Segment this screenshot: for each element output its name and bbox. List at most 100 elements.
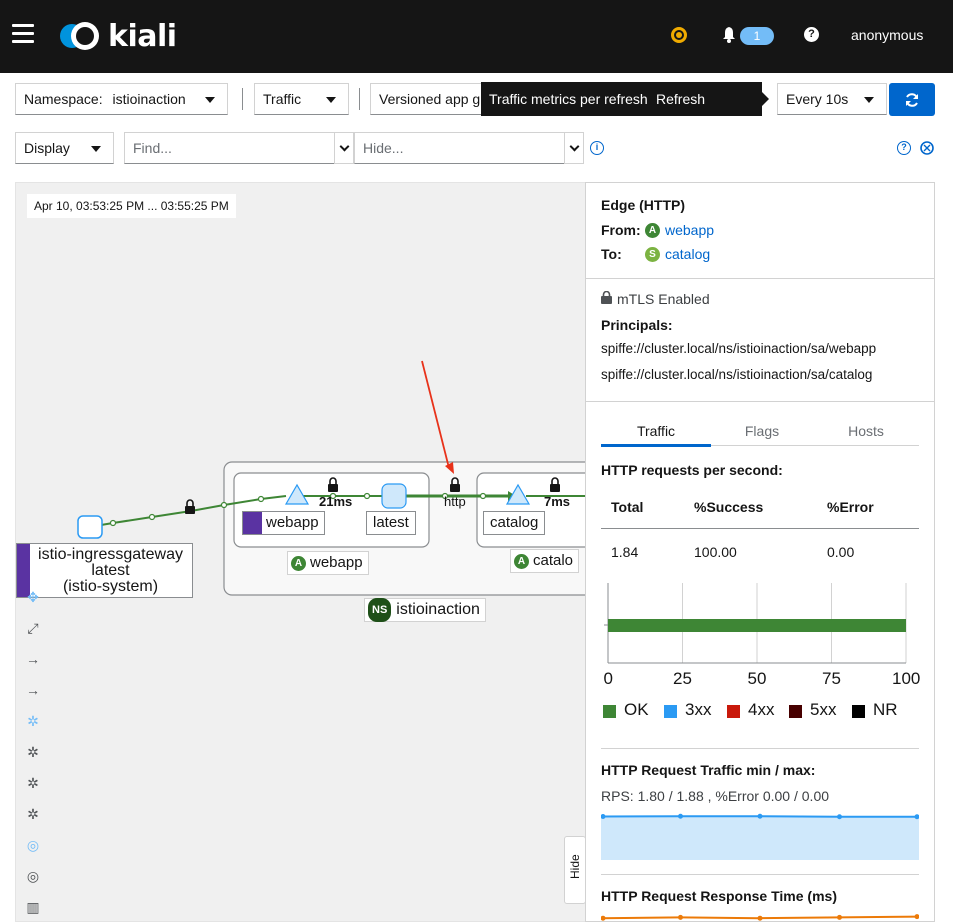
rps-sparkline <box>601 813 919 860</box>
rps-point <box>837 814 842 820</box>
bar-ok <box>608 619 906 632</box>
hide-panel-toggle[interactable]: Hide <box>564 836 585 904</box>
catalog-service-label[interactable]: catalog <box>483 511 546 535</box>
namespace-label[interactable]: NS istioinaction <box>364 598 486 622</box>
x-tick-label: 0 <box>603 669 613 688</box>
refresh-interval-tooltip: Refresh interval <box>650 82 762 141</box>
layout-3-icon[interactable]: ✲ <box>20 801 46 827</box>
graph-type-dropdown[interactable]: Versioned app gr <box>370 83 490 115</box>
user-menu[interactable]: anonymous <box>851 27 923 43</box>
bell-icon[interactable] <box>722 27 736 43</box>
x-tick-label: 50 <box>747 669 767 688</box>
webapp-service-label[interactable]: webapp <box>242 511 325 535</box>
namespace-name: istioinaction <box>396 601 480 618</box>
find-input[interactable]: Find... <box>124 132 335 164</box>
namespace-box-icon[interactable]: ◎ <box>20 832 46 858</box>
hide-options-toggle[interactable] <box>564 132 584 164</box>
from-label: From: <box>601 222 641 238</box>
layout-arrow-icon[interactable]: → <box>20 646 46 672</box>
refresh-button[interactable] <box>889 83 935 116</box>
principal-source: spiffe://cluster.local/ns/istioinaction/… <box>601 341 877 356</box>
response-time-point <box>757 915 763 921</box>
rps-title: HTTP requests per second: <box>601 462 783 478</box>
namespace-value: istioinaction <box>112 91 186 107</box>
refresh-interval-dropdown[interactable]: Every 10s <box>777 83 887 115</box>
graph-canvas[interactable]: Apr 10, 03:53:25 PM ... 03:55:25 PM 21ms… <box>15 182 586 922</box>
webapp-latency-label: 21ms <box>319 494 353 509</box>
tab-hosts[interactable]: Hosts <box>811 423 921 439</box>
legend-swatch <box>603 705 616 718</box>
move-icon[interactable]: ✥ <box>20 584 46 610</box>
legend-label: 5xx <box>810 700 837 719</box>
from-link[interactable]: webapp <box>665 222 714 238</box>
divider <box>359 88 360 110</box>
principals-label: Principals: <box>601 317 673 333</box>
rps-point <box>678 813 683 819</box>
to-link[interactable]: catalog <box>665 246 710 262</box>
catalog-app-name: catalo <box>533 552 574 569</box>
tab-flags[interactable]: Flags <box>707 423 817 439</box>
section-divider <box>601 748 919 749</box>
rps-point <box>757 813 763 819</box>
legend-toggle-icon[interactable]: ◎ <box>20 863 46 889</box>
layout-default-icon[interactable]: ✲ <box>20 708 46 734</box>
x-tick-label: 75 <box>822 669 841 688</box>
chevron-down-icon <box>339 141 349 151</box>
webapp-version-label[interactable]: latest <box>366 511 416 535</box>
legend-swatch <box>727 705 740 718</box>
protocol-label: http <box>444 494 466 509</box>
tab-traffic[interactable]: Traffic <box>601 423 711 439</box>
layout-1-icon[interactable]: ✲ <box>20 739 46 765</box>
response-time-point <box>601 915 606 921</box>
brand-name: kiali <box>108 18 177 54</box>
replay-icon[interactable] <box>919 140 935 156</box>
table-cell-total: 1.84 <box>611 544 639 560</box>
hamburger-menu-icon[interactable] <box>12 24 34 44</box>
app-badge: A <box>645 223 660 238</box>
legend-label: 4xx <box>748 700 775 719</box>
fit-icon[interactable]: ⤢ <box>20 615 46 641</box>
caret-down-icon <box>91 146 101 152</box>
response-time-sparkline <box>601 914 919 921</box>
rps-min-max: RPS: 1.80 / 1.88 , %Error 0.00 / 0.00 <box>601 788 830 804</box>
layout-arrow-icon[interactable]: → <box>20 677 46 703</box>
divider <box>242 88 243 110</box>
namespace-badge: NS <box>368 598 392 622</box>
table-divider <box>601 528 919 529</box>
webapp-app-label[interactable]: A webapp <box>287 551 369 575</box>
panel-title: Edge (HTTP) <box>601 197 685 213</box>
webapp-workload-node[interactable] <box>381 483 407 509</box>
info-icon[interactable]: i <box>590 141 604 155</box>
catalog-latency-label: 7ms <box>544 494 571 509</box>
find-options-toggle[interactable] <box>334 132 354 164</box>
hide-placeholder: Hide... <box>363 140 404 156</box>
layout-2-icon[interactable]: ✲ <box>20 770 46 796</box>
mtls-status: mTLS Enabled <box>617 291 710 307</box>
help-circle-icon[interactable]: ? <box>897 141 911 155</box>
app-badge: A <box>291 555 306 571</box>
active-tab-indicator <box>601 444 711 447</box>
notification-badge[interactable]: 1 <box>740 27 774 45</box>
traffic-dropdown[interactable]: Traffic <box>254 83 349 115</box>
caret-down-icon <box>326 97 336 103</box>
lock-icon <box>601 291 612 304</box>
namespace-dropdown[interactable]: Namespace: istioinaction <box>15 83 228 115</box>
table-cell-success: 100.00 <box>694 544 737 560</box>
rps-area <box>601 816 919 860</box>
display-dropdown[interactable]: Display <box>15 132 114 164</box>
masthead: kiali 1 ? anonymous <box>0 0 953 73</box>
hide-input[interactable]: Hide... <box>354 132 565 164</box>
status-warning-icon[interactable] <box>671 27 687 43</box>
caret-down-icon <box>864 97 874 103</box>
refresh-interval-value: Every 10s <box>786 91 849 107</box>
catalog-app-box[interactable] <box>476 472 586 548</box>
catalog-app-label[interactable]: A catalo <box>510 549 580 573</box>
kiali-logo[interactable]: kiali <box>58 18 177 54</box>
namespace-label: Namespace: <box>24 91 103 107</box>
traffic-label: Traffic <box>263 91 302 107</box>
table-header-total: Total <box>611 499 644 515</box>
gateway-node[interactable] <box>77 515 103 539</box>
help-icon[interactable]: ? <box>804 27 819 42</box>
map-icon[interactable]: ▥ <box>20 894 46 920</box>
caret-down-icon <box>205 97 215 103</box>
